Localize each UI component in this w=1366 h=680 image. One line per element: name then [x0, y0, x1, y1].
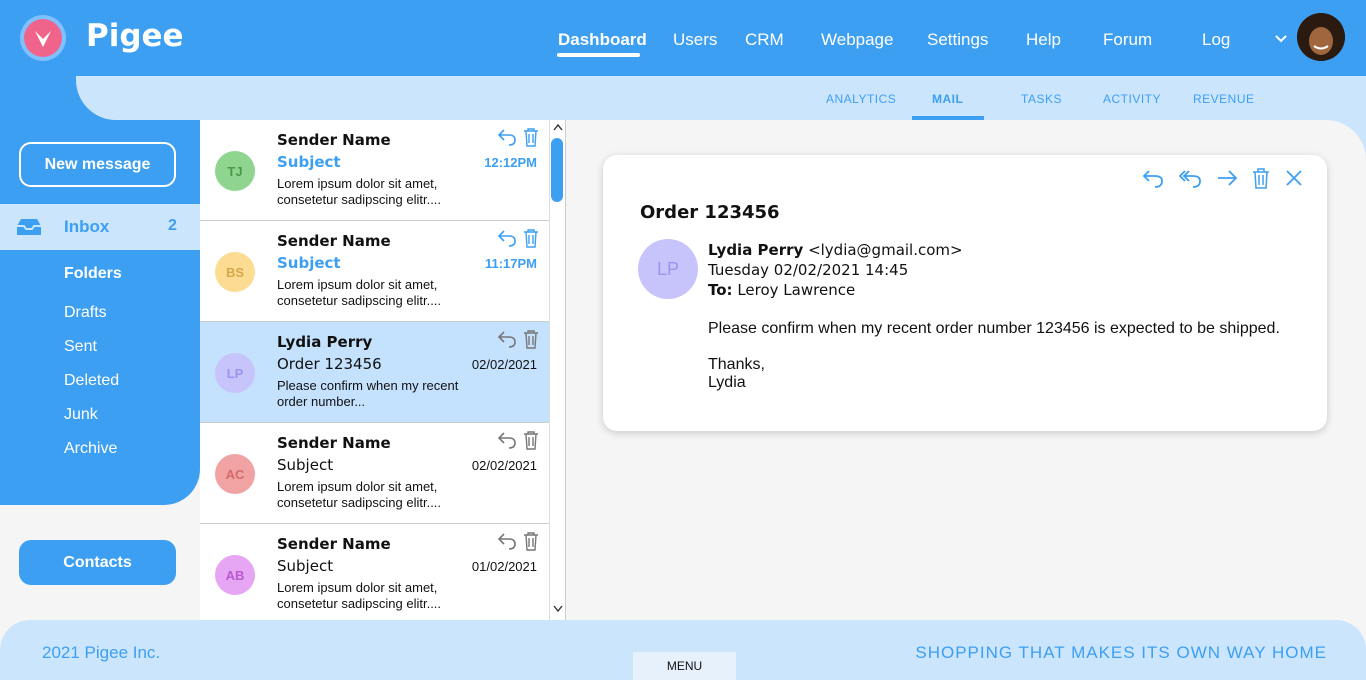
contacts-button[interactable]: Contacts	[19, 540, 176, 585]
new-message-button[interactable]: New message	[19, 142, 176, 187]
mail-sender: Sender Name	[277, 434, 391, 452]
mail-preview: Lorem ipsum dolor sit amet, consetetur s…	[277, 479, 442, 510]
pane-corner	[1326, 120, 1366, 160]
logo[interactable]	[20, 15, 66, 61]
trash-icon[interactable]	[523, 430, 539, 455]
trash-icon[interactable]	[1252, 167, 1270, 194]
inbox-tray-icon	[16, 218, 42, 241]
reply-icon[interactable]	[497, 531, 517, 556]
reply-icon[interactable]	[497, 228, 517, 253]
footer-copyright: 2021 Pigee Inc.	[42, 643, 161, 662]
trash-icon[interactable]	[523, 228, 539, 253]
scrollbar-thumb[interactable]	[551, 138, 563, 202]
sidebar-item-sent[interactable]: Sent	[64, 338, 97, 356]
nav-forum[interactable]: Forum	[1103, 30, 1152, 50]
trash-icon[interactable]	[523, 329, 539, 354]
mail-subject: Subject	[277, 254, 341, 272]
sub-nav-bar	[76, 76, 1366, 120]
mail-item[interactable]: BS Sender Name Subject 11:17PM Lorem ips…	[200, 221, 549, 322]
tab-mail[interactable]: MAIL	[932, 92, 963, 106]
message-date: Tuesday 02/02/2021 14:45	[708, 261, 909, 279]
mail-time: 02/02/2021	[471, 357, 537, 372]
sender-avatar: AC	[215, 454, 255, 494]
nav-crm[interactable]: CRM	[745, 30, 784, 50]
mail-subject: Subject	[277, 557, 334, 575]
user-avatar[interactable]	[1297, 13, 1345, 61]
mail-preview: Lorem ipsum dolor sit amet, consetetur s…	[277, 580, 442, 611]
brand-name[interactable]: Pigee	[86, 18, 184, 54]
inbox-label[interactable]: Inbox	[64, 217, 109, 237]
to-name: Leroy Lawrence	[737, 281, 856, 299]
nav-help[interactable]: Help	[1026, 30, 1061, 50]
scroll-up-icon[interactable]	[552, 122, 564, 132]
mail-sender: Sender Name	[277, 535, 391, 553]
folders-heading: Folders	[64, 265, 122, 282]
mail-item[interactable]: TJ Sender Name Subject 12:12PM Lorem ips…	[200, 120, 549, 221]
mail-time: 01/02/2021	[471, 559, 537, 574]
sidebar-item-deleted[interactable]: Deleted	[64, 372, 119, 390]
nav-dashboard[interactable]: Dashboard	[558, 30, 647, 50]
mail-time: 11:17PM	[484, 256, 537, 271]
tab-tasks[interactable]: TASKS	[1021, 92, 1062, 106]
mail-sender: Sender Name	[277, 232, 391, 250]
reply-icon[interactable]	[497, 127, 517, 152]
tab-revenue[interactable]: REVENUE	[1193, 92, 1255, 106]
reply-icon[interactable]	[497, 430, 517, 455]
message-signoff: Thanks,	[708, 356, 765, 373]
sender-avatar: BS	[215, 252, 255, 292]
mail-sender: Lydia Perry	[277, 333, 373, 351]
forward-icon[interactable]	[1216, 167, 1238, 194]
mail-time: 02/02/2021	[471, 458, 537, 473]
mail-sender: Sender Name	[277, 131, 391, 149]
nav-webpage[interactable]: Webpage	[821, 30, 893, 50]
mail-time: 12:12PM	[484, 155, 537, 170]
from-email: <lydia@gmail.com>	[808, 241, 963, 259]
tab-activity[interactable]: ACTIVITY	[1103, 92, 1161, 106]
footer-tagline: SHOPPING THAT MAKES ITS OWN WAY HOME	[915, 643, 1327, 662]
mail-preview: Please confirm when my recent order numb…	[277, 378, 459, 409]
sidebar-item-drafts[interactable]: Drafts	[64, 304, 107, 322]
message-from: Lydia Perry <lydia@gmail.com>	[708, 241, 963, 259]
mail-subject: Subject	[277, 153, 341, 171]
sidebar-item-archive[interactable]: Archive	[64, 440, 117, 458]
reply-icon[interactable]	[497, 329, 517, 354]
mail-list: TJ Sender Name Subject 12:12PM Lorem ips…	[200, 120, 566, 620]
scroll-down-icon[interactable]	[552, 604, 564, 614]
nav-settings[interactable]: Settings	[927, 30, 988, 50]
sidebar-item-junk[interactable]: Junk	[64, 406, 98, 424]
message-title: Order 123456	[640, 202, 780, 223]
from-name: Lydia Perry	[708, 241, 804, 259]
mail-item[interactable]: AB Sender Name Subject 01/02/2021 Lorem …	[200, 524, 549, 620]
menu-button[interactable]: MENU	[633, 652, 736, 680]
trash-icon[interactable]	[523, 531, 539, 556]
close-icon[interactable]	[1284, 167, 1304, 194]
nav-active-indicator	[557, 53, 640, 57]
nav-users[interactable]: Users	[673, 30, 717, 50]
mail-preview: Lorem ipsum dolor sit amet, consetetur s…	[277, 176, 442, 207]
inbox-count-badge: 2	[168, 217, 177, 234]
reply-all-icon[interactable]	[1178, 167, 1202, 194]
message-body: Please confirm when my recent order numb…	[708, 320, 1280, 337]
message-signature: Lydia	[708, 374, 746, 391]
tab-analytics[interactable]: ANALYTICS	[826, 92, 896, 106]
trash-icon[interactable]	[523, 127, 539, 152]
bird-logo-icon	[24, 19, 62, 57]
sender-avatar: LP	[215, 353, 255, 393]
to-label: To:	[708, 281, 733, 299]
mail-subject: Order 123456	[277, 355, 382, 373]
sender-avatar: AB	[215, 555, 255, 595]
nav-log[interactable]: Log	[1202, 30, 1230, 50]
mail-subject: Subject	[277, 456, 334, 474]
mail-preview: Lorem ipsum dolor sit amet, consetetur s…	[277, 277, 442, 308]
reply-icon[interactable]	[1142, 167, 1164, 194]
message-to: To: Leroy Lawrence	[708, 281, 855, 299]
chevron-down-icon[interactable]	[1274, 32, 1288, 51]
mail-item-selected[interactable]: LP Lydia Perry Order 123456 02/02/2021 P…	[200, 322, 549, 423]
sender-avatar: LP	[638, 239, 698, 299]
sender-avatar: TJ	[215, 151, 255, 191]
mail-item[interactable]: AC Sender Name Subject 02/02/2021 Lorem …	[200, 423, 549, 524]
